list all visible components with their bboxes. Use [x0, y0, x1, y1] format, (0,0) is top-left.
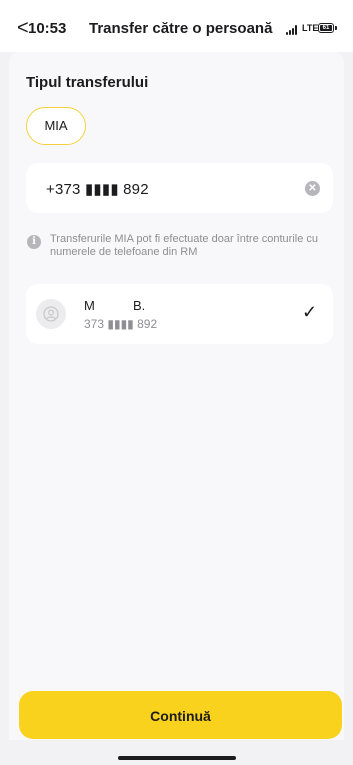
transfer-sheet [9, 52, 344, 740]
checkmark-icon: ✓ [302, 302, 318, 322]
contact-last-initial: B. [133, 298, 146, 313]
user-avatar-icon [36, 299, 66, 329]
battery-cap [335, 26, 337, 30]
info-text: Transferurile MIA pot fi efectuate doar … [50, 233, 319, 258]
transfer-type-label: Tipul transferului [26, 74, 149, 91]
battery-level: 61 [320, 25, 332, 31]
continue-button[interactable]: Continuă [19, 691, 342, 739]
transfer-type-chip-mia[interactable]: MIA [26, 107, 86, 145]
home-indicator [118, 756, 236, 760]
status-bar: < 10:53 Transfer către o persoană LTE 61 [0, 0, 353, 52]
battery-icon: 61 [318, 23, 334, 33]
page-title: Transfer către o persoană [89, 20, 273, 37]
status-time: 10:53 [28, 20, 67, 37]
signal-icon [286, 25, 300, 35]
phone-input[interactable]: +373 ▮▮▮▮ 892 ✕ [26, 163, 333, 213]
network-label: LTE [302, 23, 319, 33]
clear-icon[interactable]: ✕ [305, 181, 320, 196]
contact-list-item[interactable]: M B. 373 ▮▮▮▮ 892 ✓ [26, 284, 333, 344]
contact-phone: 373 ▮▮▮▮ 892 [84, 317, 158, 331]
contact-first-initial: M [84, 298, 95, 313]
info-icon: i [27, 235, 41, 249]
phone-input-value[interactable]: +373 ▮▮▮▮ 892 [46, 180, 149, 198]
back-chevron-icon[interactable]: < [17, 18, 29, 38]
